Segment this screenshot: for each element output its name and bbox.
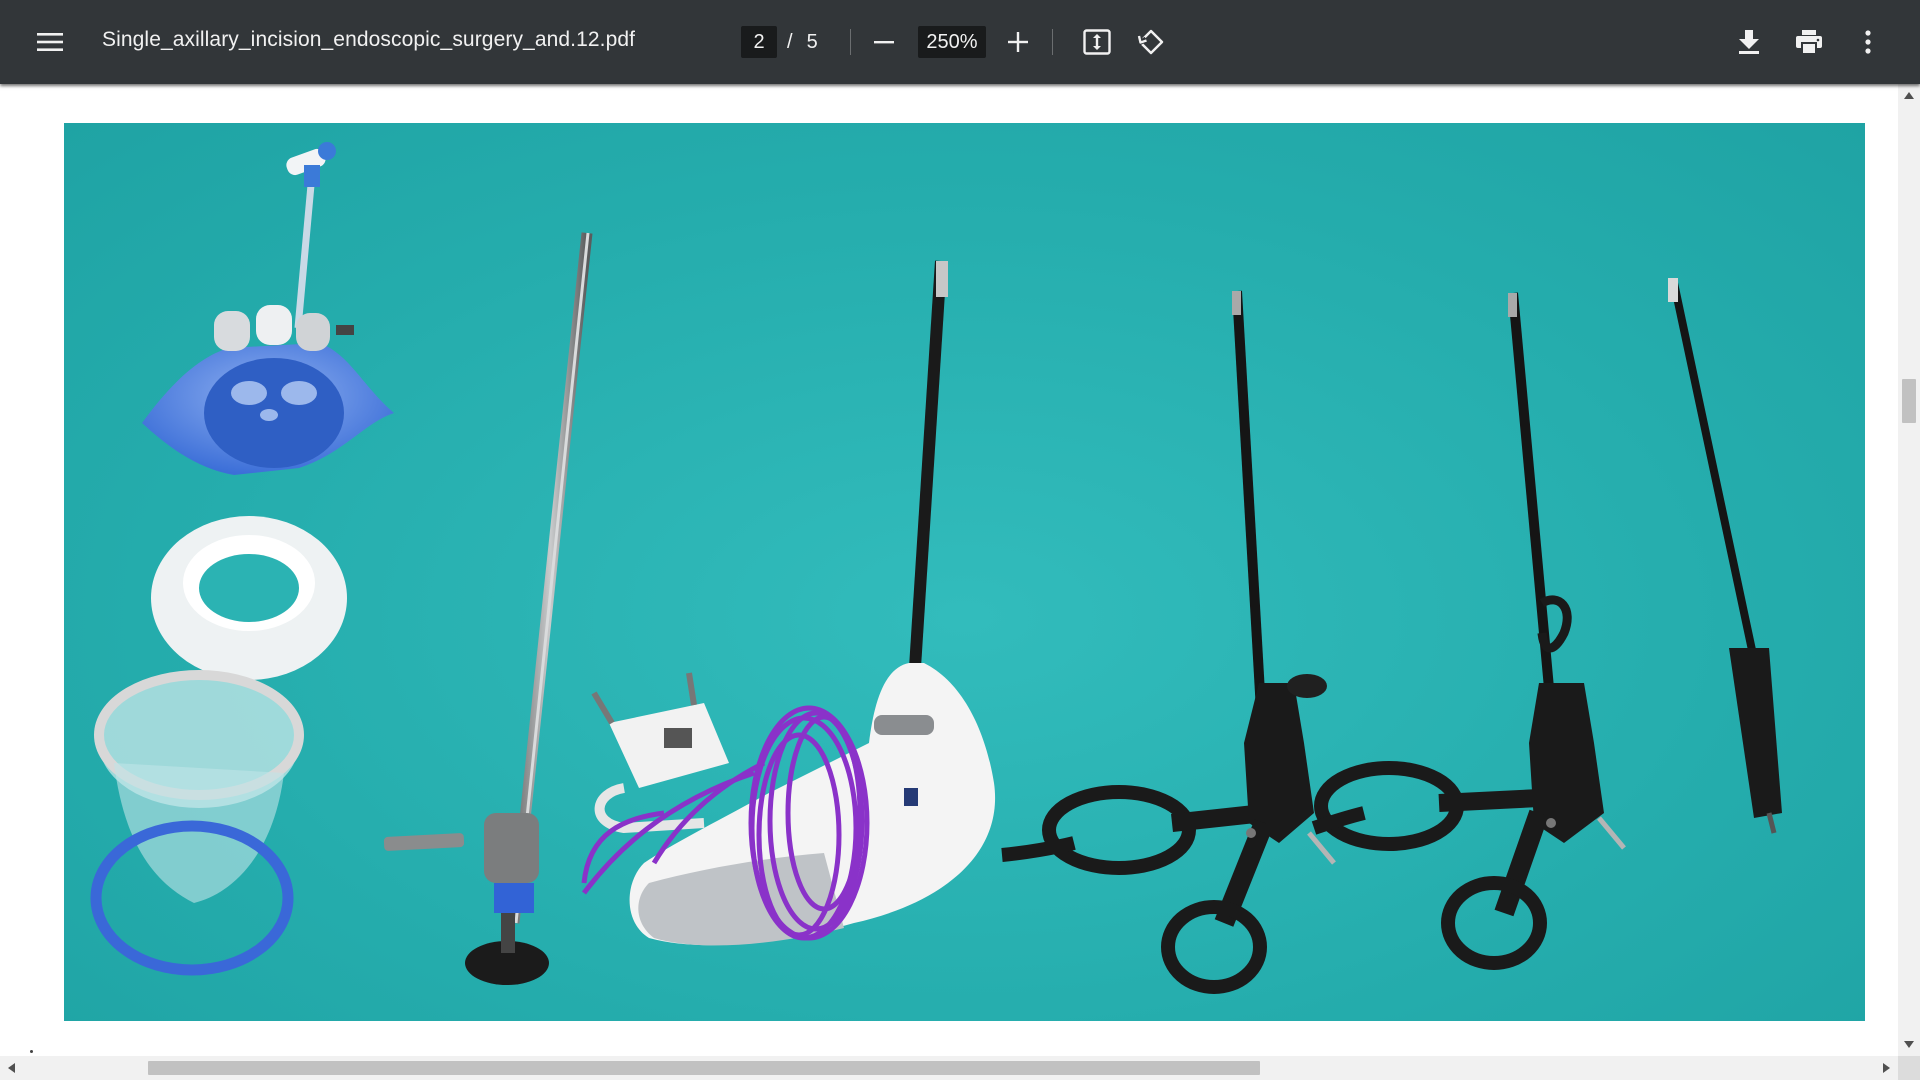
- page-separator: /: [787, 30, 793, 53]
- toolbar-divider: [1052, 29, 1053, 55]
- more-actions-button[interactable]: [1846, 20, 1890, 64]
- wound-retractor: [90, 670, 304, 976]
- energy-device: [581, 260, 996, 946]
- grasper-forceps-1: [1001, 290, 1336, 994]
- rotate-icon: [1137, 29, 1164, 55]
- zoom-in-button[interactable]: [996, 20, 1040, 64]
- page-total: 5: [806, 30, 818, 53]
- zoom-out-button[interactable]: [862, 20, 906, 64]
- print-button[interactable]: [1787, 20, 1831, 64]
- pdf-viewer[interactable]: [0, 84, 1898, 1056]
- single-port-device: [142, 142, 394, 475]
- vertical-scrollbar[interactable]: [1898, 84, 1920, 1056]
- grasper-forceps-2: [1311, 292, 1626, 970]
- scroll-down-arrow-icon[interactable]: [1904, 1041, 1914, 1048]
- stray-mark: [30, 1050, 33, 1053]
- more-vertical-icon: [1865, 30, 1871, 54]
- pdf-toolbar: Single_axillary_incision_endoscopic_surg…: [0, 0, 1920, 84]
- plus-icon: [1008, 32, 1028, 52]
- horizontal-scroll-thumb[interactable]: [148, 1061, 1260, 1075]
- print-icon: [1796, 30, 1822, 54]
- horizontal-scrollbar[interactable]: [0, 1056, 1898, 1080]
- suction-probe: [1668, 278, 1782, 834]
- menu-icon: [37, 33, 63, 51]
- page-number-input[interactable]: 2: [741, 26, 777, 58]
- scrollbar-corner: [1898, 1056, 1920, 1080]
- surgical-instruments-photo: [90, 142, 1782, 994]
- rotate-button[interactable]: [1129, 20, 1173, 64]
- pdf-page-image: [64, 123, 1865, 1021]
- zoom-level-input[interactable]: 250%: [918, 26, 986, 58]
- fit-to-page-button[interactable]: [1075, 20, 1119, 64]
- scroll-right-arrow-icon[interactable]: [1883, 1063, 1890, 1073]
- document-title: Single_axillary_incision_endoscopic_surg…: [102, 28, 636, 51]
- scroll-left-arrow-icon[interactable]: [8, 1063, 15, 1073]
- page-navigator: 2 / 5: [741, 26, 818, 58]
- menu-button[interactable]: [28, 20, 72, 64]
- toolbar-divider: [850, 29, 851, 55]
- minus-icon: [874, 41, 894, 44]
- laparoscope: [383, 232, 593, 985]
- scroll-up-arrow-icon[interactable]: [1904, 92, 1914, 99]
- vertical-scroll-thumb[interactable]: [1902, 379, 1916, 423]
- wound-ring-white: [151, 516, 347, 680]
- fit-to-page-icon: [1083, 29, 1111, 55]
- download-button[interactable]: [1727, 20, 1771, 64]
- download-icon: [1739, 30, 1759, 54]
